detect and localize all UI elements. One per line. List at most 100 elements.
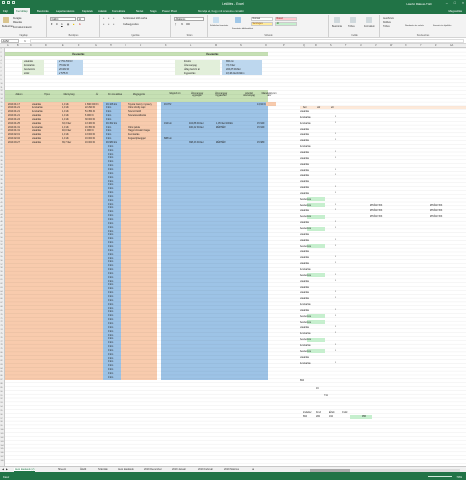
clear-button[interactable]: Törlés [383,25,390,28]
row-number[interactable]: 83 [1,364,3,366]
row-number[interactable]: 52 [1,244,3,246]
row-number[interactable]: 88 [1,383,3,385]
row-number[interactable]: 91 [1,395,3,397]
column-header-cell[interactable]: V [375,44,377,47]
tab-review[interactable]: Korrektúra [112,9,125,13]
row-number[interactable]: 21 [1,125,3,127]
row-number[interactable]: 78 [1,344,3,346]
row-number[interactable]: 51 [1,241,3,243]
row-number[interactable]: 74 [1,329,3,331]
row-number[interactable]: 54 [1,252,3,254]
row-number[interactable]: 65 [1,294,3,296]
row-number[interactable]: 57 [1,264,3,266]
conditional-format-button[interactable]: Feltételes formázás [210,25,228,27]
row-number[interactable]: 16 [1,106,3,108]
row-number[interactable]: 2 [1,52,2,54]
tab-power-pivot[interactable]: Power Pivot [162,9,177,13]
row-number[interactable]: 10 [1,83,3,85]
column-header-cell[interactable]: AA [450,44,453,47]
style-normal[interactable]: Normal [251,17,273,21]
insert-cells-icon[interactable] [334,17,340,23]
column-header-cell[interactable]: Z [435,44,436,47]
row-number[interactable]: 15 [1,102,3,104]
column-header-cell[interactable]: Q [303,44,305,47]
row-number[interactable]: 7 [1,71,2,73]
row-number[interactable]: 100 [1,429,4,431]
row-number[interactable]: 37 [1,187,3,189]
italic-button[interactable]: D [56,23,58,26]
sheet-tab[interactable]: Auto kiadások [118,468,134,471]
column-header-cell[interactable]: W [390,44,392,47]
row-number[interactable]: 20 [1,121,3,123]
fx-icon[interactable]: fx [24,40,26,43]
row-number[interactable]: 8 [1,75,2,77]
row-number[interactable]: 104 [1,445,4,447]
format-table-icon[interactable] [235,17,241,23]
row-number[interactable]: 19 [1,117,3,119]
row-number[interactable]: 48 [1,229,3,231]
row-number[interactable]: 94 [1,406,3,408]
row-number[interactable]: 3 [1,56,2,58]
column-header-cell[interactable]: B [17,44,19,47]
wrap-text-button[interactable]: Sortöréssel több sorba [123,17,147,20]
row-number[interactable]: 63 [1,287,3,289]
row-number[interactable]: 53 [1,248,3,250]
row-number[interactable]: 87 [1,379,3,381]
comma-icon[interactable]: 000 [186,23,190,26]
row-number[interactable]: 23 [1,133,3,135]
column-header-cell[interactable]: N [240,44,242,47]
row-number[interactable]: 47 [1,225,3,227]
row-number[interactable]: 95 [1,410,3,412]
column-header-cell[interactable]: G [95,44,97,47]
row-number[interactable]: 44 [1,214,3,216]
row-number[interactable]: 59 [1,271,3,273]
row-number[interactable]: 34 [1,175,3,177]
column-header-cell[interactable]: F [78,44,79,47]
style-neutral[interactable]: Semleges [251,22,273,26]
format-cells-icon[interactable] [366,17,372,23]
row-number[interactable]: 36 [1,183,3,185]
row-number[interactable]: 72 [1,321,3,323]
row-number[interactable]: 69 [1,310,3,312]
formula-input[interactable] [30,39,464,43]
insert-cells-button[interactable]: Beszúrás [332,25,342,28]
delete-cells-icon[interactable] [350,17,356,23]
row-number[interactable]: 61 [1,279,3,281]
row-number[interactable]: 108 [1,460,4,462]
row-number[interactable]: 71 [1,318,3,320]
row-number[interactable]: 102 [1,437,4,439]
autosum-button[interactable]: AutoSzum [383,17,394,20]
row-number[interactable]: 81 [1,356,3,358]
row-number[interactable]: 106 [1,452,4,454]
number-format-select[interactable]: Általános [174,17,204,21]
column-header-cell[interactable]: R [315,44,317,47]
row-number[interactable]: 31 [1,164,3,166]
user-name[interactable]: László Rákosi-Tóth [406,2,432,6]
sheet-nav-next-icon[interactable]: ▶ [6,468,8,471]
column-header-cell[interactable]: O [265,44,267,47]
currency-icon[interactable]: ƒ [175,23,176,26]
row-number[interactable]: 32 [1,167,3,169]
row-number[interactable]: 75 [1,333,3,335]
merge-button[interactable]: Cellaegyesítés [123,23,139,26]
sheet-tab[interactable]: Sheet1 [58,468,66,471]
row-number[interactable]: 28 [1,152,3,154]
sheet-tab[interactable]: 2019 Január [172,468,186,471]
row-number[interactable]: 49 [1,233,3,235]
column-header-cell[interactable]: Y [420,44,422,47]
row-number[interactable]: 38 [1,190,3,192]
row-number[interactable]: 64 [1,291,3,293]
row-number[interactable]: 45 [1,217,3,219]
minimize-icon[interactable]: – [446,1,448,5]
format-painter-button[interactable]: Formátummásoló [13,26,32,29]
paste-icon[interactable] [3,17,9,23]
border-icon[interactable]: ▦ [67,23,69,26]
conditional-format-icon[interactable] [213,17,219,23]
row-number[interactable]: 9 [1,79,2,81]
column-header-cell[interactable]: K [165,44,167,47]
row-number[interactable]: 30 [1,160,3,162]
align-top-icon[interactable]: ≡ [103,17,104,20]
format-cells-button[interactable]: Formátum [364,25,375,28]
column-header-cell[interactable]: U [360,44,362,47]
column-header-cell[interactable]: D [45,44,47,47]
